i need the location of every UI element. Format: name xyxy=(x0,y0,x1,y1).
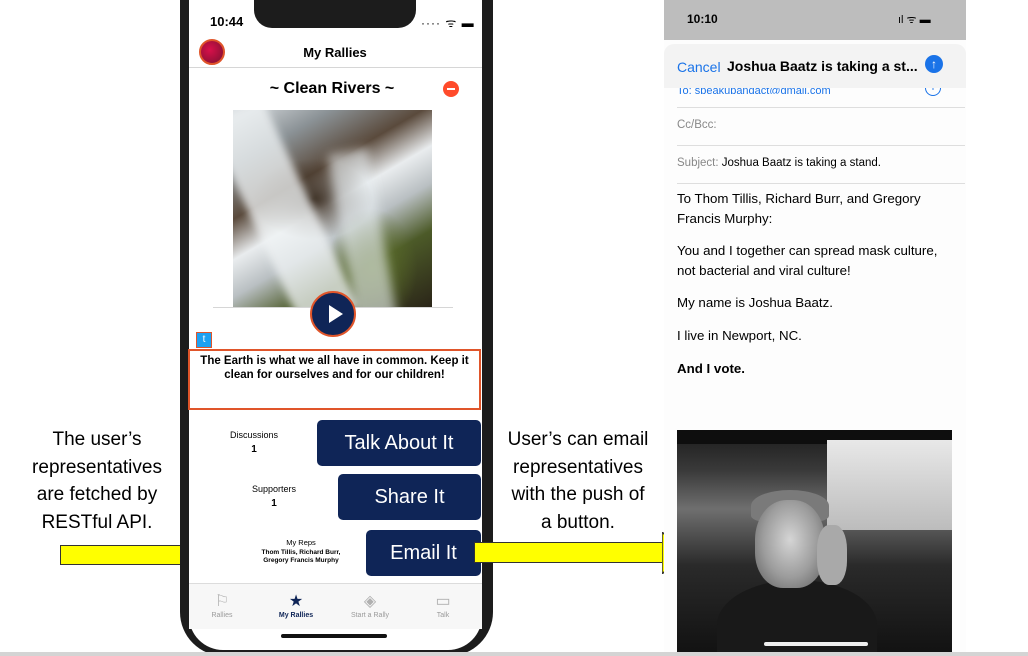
twitter-icon[interactable]: t xyxy=(196,332,212,348)
subject-label: Subject: xyxy=(677,157,719,169)
right-annotation: User’s can email representatives with th… xyxy=(499,426,657,536)
flame-icon: ◈ xyxy=(363,593,377,610)
bottom-strip xyxy=(0,652,1028,656)
discussions-label: Discussions xyxy=(229,430,278,440)
discussions-value: 1 xyxy=(251,444,257,455)
mail-body-line[interactable]: I live in Newport, NC. xyxy=(677,326,959,346)
send-icon[interactable]: ↑ xyxy=(925,55,943,73)
chat-bubble-icon: ▭ xyxy=(435,593,451,610)
flag-icon: ⚐ xyxy=(214,593,230,610)
left-annotation: The user’s representatives are fetched b… xyxy=(22,426,172,536)
star-icon: ★ xyxy=(288,593,304,610)
home-indicator xyxy=(281,634,387,638)
right-arrow-shaft xyxy=(474,542,664,563)
right-annotation-line: with the push of xyxy=(511,484,645,505)
left-annotation-line: representatives xyxy=(32,456,162,478)
mail-divider xyxy=(677,145,965,146)
status-icons: ···· ᯤ ▬ xyxy=(421,16,475,30)
right-annotation-line: representatives xyxy=(513,456,643,478)
tab-label: Talk xyxy=(436,612,450,619)
remove-rally-icon[interactable] xyxy=(443,81,459,97)
supporters-value: 1 xyxy=(271,498,277,509)
tab-talk[interactable]: ▭ Talk xyxy=(408,592,478,619)
mail-status-icons: ıl ᯤ ▬ xyxy=(898,14,931,26)
right-annotation-line: a button. xyxy=(541,511,615,533)
phone-notch xyxy=(254,0,416,28)
left-annotation-line: are fetched by xyxy=(36,484,158,505)
my-reps-label: My Reps xyxy=(286,538,316,547)
mail-status-time: 10:10 xyxy=(687,12,718,26)
tab-rallies[interactable]: ⚐ Rallies xyxy=(187,592,257,619)
rally-title: ~ Clean Rivers ~ xyxy=(269,80,395,97)
mail-divider xyxy=(677,107,965,108)
talk-about-it-button[interactable]: Talk About It xyxy=(317,420,481,466)
rally-quote: The Earth is what we all have in common.… xyxy=(200,355,469,381)
mail-body-line[interactable]: To Thom Tillis, Richard Burr, and Gregor… xyxy=(677,189,959,229)
tab-label: My Rallies xyxy=(278,612,314,619)
left-annotation-line: The user’s xyxy=(52,429,142,450)
tab-my-rallies[interactable]: ★ My Rallies xyxy=(261,592,331,619)
mail-divider xyxy=(677,183,965,184)
supporters-label: Supporters xyxy=(251,484,297,494)
share-it-button[interactable]: Share It xyxy=(338,474,481,520)
left-annotation-line: RESTful API. xyxy=(41,511,153,533)
my-reps-value: Thom Tillis, Richard Burr, Gregory Franc… xyxy=(261,549,341,564)
status-time: 10:44 xyxy=(210,14,244,29)
email-it-button[interactable]: Email It xyxy=(366,530,481,576)
cc-bcc-field[interactable]: Cc/Bcc: xyxy=(677,119,717,131)
tab-label: Rallies xyxy=(211,612,233,619)
rally-photo xyxy=(233,110,432,308)
user-portrait-photo xyxy=(677,430,952,656)
mail-body-line[interactable]: And I vote. xyxy=(677,359,959,379)
nav-title: My Rallies xyxy=(303,45,367,60)
mail-body-line[interactable]: My name is Joshua Baatz. xyxy=(677,293,959,313)
tab-label: Start a Rally xyxy=(350,612,390,619)
play-icon[interactable] xyxy=(310,291,356,337)
mail-title: Joshua Baatz is taking a st... xyxy=(727,58,918,74)
subject-field[interactable]: Subject: Joshua Baatz is taking a stand. xyxy=(677,157,881,169)
nav-divider xyxy=(189,67,482,68)
mail-body-line[interactable]: You and I together can spread mask cultu… xyxy=(677,241,959,281)
cancel-button[interactable]: Cancel xyxy=(677,59,721,75)
subject-value: Joshua Baatz is taking a stand. xyxy=(721,157,881,169)
right-annotation-line: User’s can email xyxy=(507,429,649,450)
tab-start-a-rally[interactable]: ◈ Start a Rally xyxy=(335,592,405,619)
